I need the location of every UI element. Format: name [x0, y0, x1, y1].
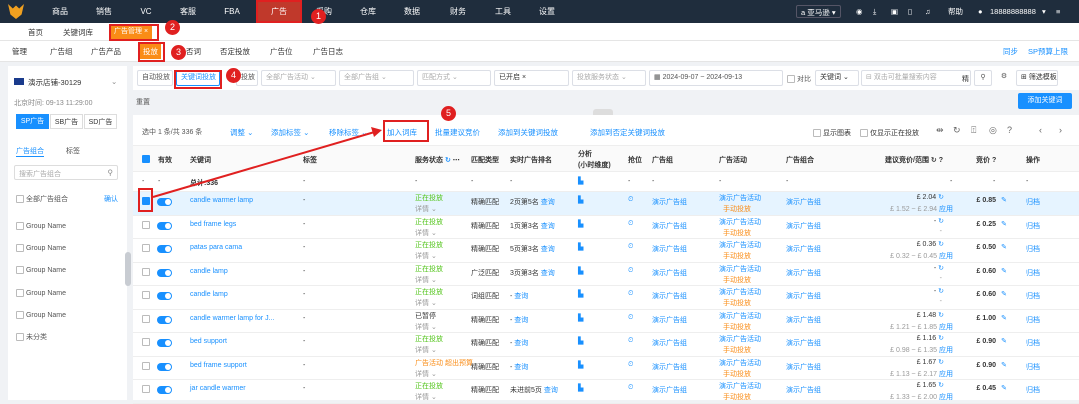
annotation-arrow [152, 127, 382, 198]
arrow-head [371, 127, 382, 137]
arrow-line [152, 130, 379, 198]
